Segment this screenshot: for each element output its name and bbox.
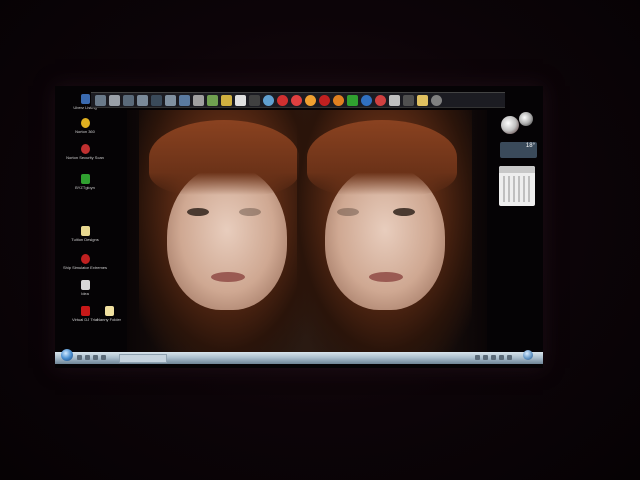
- desktop-icon-label: BYZTgloyn: [75, 185, 95, 190]
- quick-launch-icon-2[interactable]: [85, 355, 90, 360]
- app-icon-1[interactable]: [95, 94, 106, 106]
- tray-icon-3[interactable]: [491, 355, 496, 360]
- desktop-icon-tuition[interactable]: Tuition Designs: [55, 226, 115, 242]
- app-icon-23[interactable]: [403, 94, 414, 106]
- orb-gadget-icon[interactable]: [519, 112, 533, 126]
- app-icon-2[interactable]: [109, 94, 120, 106]
- norton-icon: [80, 118, 90, 128]
- app-icon-3[interactable]: [123, 94, 134, 106]
- wallpaper-face-left: [139, 110, 314, 352]
- app-icon-15[interactable]: [291, 94, 302, 106]
- desktop-icon-label: Idea: [81, 291, 89, 296]
- folder-icon: [80, 226, 90, 236]
- security-scan-icon: [80, 144, 90, 154]
- app-icon-11[interactable]: [235, 94, 246, 106]
- calendar-header: [499, 166, 535, 173]
- clock-gadget-icon[interactable]: [501, 116, 519, 134]
- app-icon-4[interactable]: [137, 94, 148, 106]
- app-icon-24[interactable]: [417, 94, 428, 106]
- quick-launch-icon-4[interactable]: [101, 355, 106, 360]
- app-icon-21[interactable]: [375, 94, 386, 106]
- desktop-icon-label: Tuition Designs: [71, 237, 99, 242]
- app-icon-16[interactable]: [305, 94, 316, 106]
- ship-simulator-icon: [80, 254, 90, 264]
- app-icon-7[interactable]: [179, 94, 190, 106]
- app-icon-19[interactable]: [347, 94, 358, 106]
- app-icon-5[interactable]: [151, 94, 162, 106]
- weather-gadget[interactable]: 18°: [500, 142, 537, 158]
- taskbar: [55, 349, 543, 364]
- app-icon-6[interactable]: [165, 94, 176, 106]
- wallpaper-photo: [127, 110, 487, 352]
- new-folder-icon: [104, 306, 114, 316]
- app-icon-10[interactable]: [221, 94, 232, 106]
- desktop-icon-label: Ship Simulator Extremes: [62, 265, 107, 270]
- calendar-grid: [503, 176, 531, 202]
- calendar-gadget[interactable]: [499, 166, 535, 206]
- app-icon-9[interactable]: [207, 94, 218, 106]
- start-button-icon[interactable]: [61, 349, 73, 361]
- uberz-icon: [80, 94, 90, 104]
- document-icon: [80, 280, 90, 290]
- desktop-icon-ship-simulator[interactable]: Ship Simulator Extremes: [55, 254, 115, 270]
- app-icon-13[interactable]: [263, 94, 274, 106]
- taskbar-window-button[interactable]: [119, 354, 167, 363]
- app-icon-22[interactable]: [389, 94, 400, 106]
- quick-launch-icon-1[interactable]: [77, 355, 82, 360]
- monitor-screen: Uberz Listing Norton 360 Norton Security…: [55, 86, 543, 368]
- tray-icon-4[interactable]: [499, 355, 504, 360]
- spotify-icon: [80, 174, 90, 184]
- application-dock: [91, 92, 505, 108]
- quick-launch-icon-3[interactable]: [93, 355, 98, 360]
- app-icon-12[interactable]: [249, 94, 260, 106]
- desktop-icon-label: Norton 360: [75, 129, 95, 134]
- desktop-icon-idea[interactable]: Idea: [55, 280, 115, 296]
- desktop-icon-label: Norton Security Scan: [66, 155, 104, 160]
- desktop-icon-spotify[interactable]: BYZTgloyn: [55, 174, 115, 190]
- tray-icon-1[interactable]: [475, 355, 480, 360]
- app-icon-20[interactable]: [361, 94, 372, 106]
- app-icon-25[interactable]: [431, 94, 442, 106]
- app-icon-8[interactable]: [193, 94, 204, 106]
- tray-icon-5[interactable]: [507, 355, 512, 360]
- app-icon-17[interactable]: [319, 94, 330, 106]
- desktop-icon-norton[interactable]: Norton 360: [55, 118, 115, 134]
- desktop-icon-security-scan[interactable]: Norton Security Scan: [55, 144, 115, 160]
- wallpaper-face-right: [297, 110, 472, 352]
- tray-icon-2[interactable]: [483, 355, 488, 360]
- show-desktop-icon[interactable]: [523, 350, 533, 360]
- app-icon-14[interactable]: [277, 94, 288, 106]
- weather-temperature: 18°: [525, 143, 535, 149]
- app-icon-18[interactable]: [333, 94, 344, 106]
